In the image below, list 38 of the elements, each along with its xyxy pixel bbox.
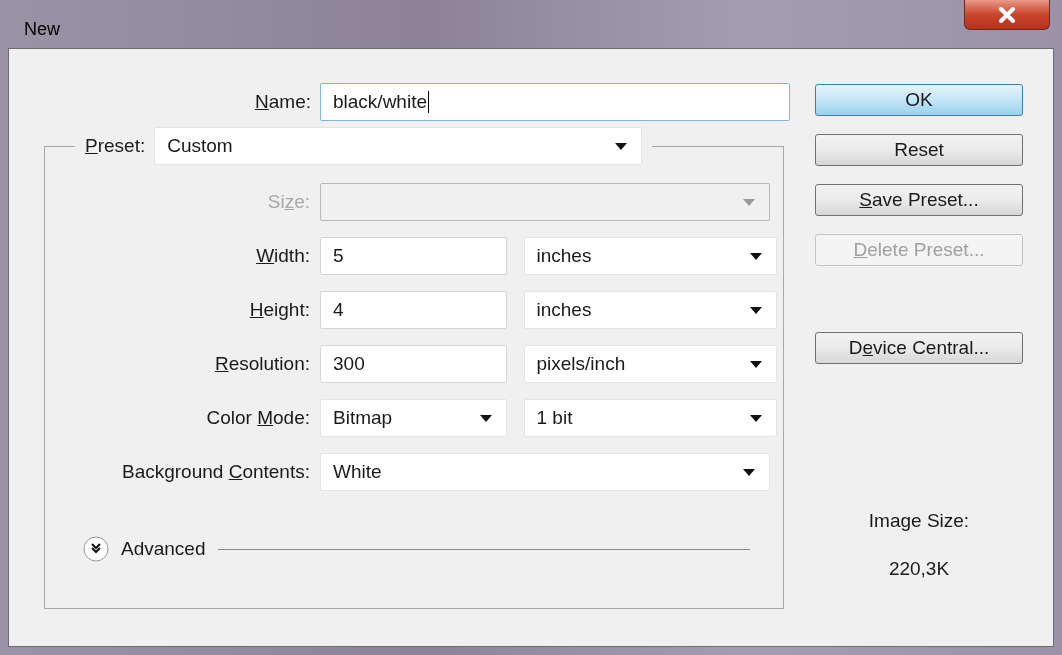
dropdown[interactable]: inches (523, 291, 777, 329)
dropdown[interactable]: pixels/inch (523, 345, 777, 383)
caret-icon (749, 306, 762, 314)
field-label: Resolution: (214, 353, 310, 375)
dialog-button[interactable]: Save Preset... (815, 184, 1023, 216)
image-size-label: Image Size: (868, 510, 970, 532)
dropdown[interactable]: Custom (154, 127, 643, 165)
field-label: Name: (255, 91, 311, 113)
dropdown[interactable]: inches (523, 237, 777, 275)
advanced-toggle[interactable]: Advanced (83, 536, 206, 562)
field-label: Height: (249, 299, 310, 321)
dialog-button[interactable]: OK (815, 84, 1023, 116)
close-icon (998, 6, 1016, 23)
dialog-button[interactable]: Device Central... (815, 332, 1023, 364)
field-label: Width: (256, 245, 310, 267)
text-field[interactable]: 4 (320, 291, 507, 329)
dialog-button[interactable]: Reset (815, 134, 1023, 166)
dropdown[interactable]: White (320, 453, 770, 491)
window-title: New (24, 19, 60, 40)
caret-icon (749, 414, 762, 422)
caret-icon (615, 142, 628, 150)
caret-icon (743, 468, 755, 476)
text-field[interactable]: 300 (320, 345, 507, 383)
image-size-value: 220,3K (888, 558, 950, 580)
caret-icon (749, 252, 762, 260)
text-field[interactable]: 5 (320, 237, 507, 275)
field-label: Size: (267, 191, 310, 213)
dropdown[interactable]: Bitmap (320, 399, 507, 437)
expand-icon (83, 536, 109, 562)
dropdown[interactable]: 1 bit (523, 399, 777, 437)
name-field[interactable]: black/white (320, 83, 790, 121)
field-label: Color Mode: (206, 407, 310, 429)
field-label: Preset: (85, 135, 146, 157)
caret-icon (743, 198, 755, 206)
caret-icon (480, 414, 492, 422)
caret-icon (749, 360, 762, 368)
field-label: Background Contents: (121, 461, 310, 483)
close-button[interactable] (964, 0, 1050, 30)
